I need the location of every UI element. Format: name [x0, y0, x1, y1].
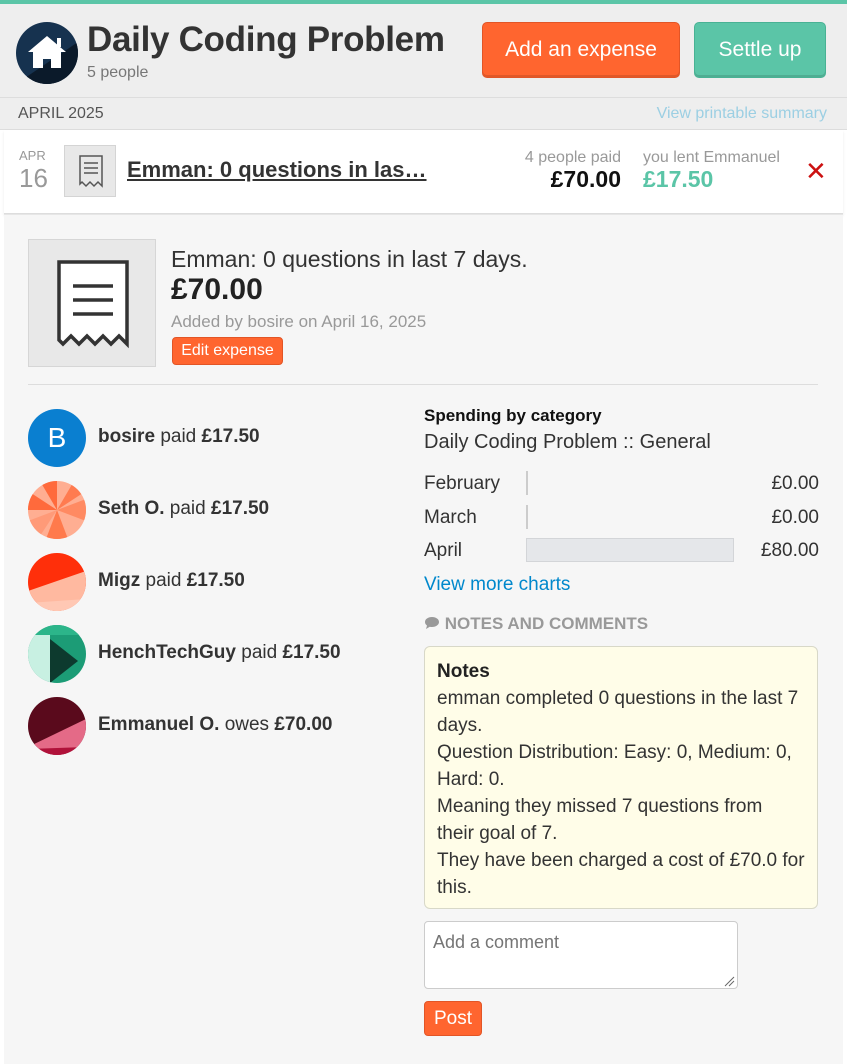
expense-added-by: Added by bosire on April 16, 2025: [171, 312, 427, 331]
avatar-letter: B: [47, 422, 67, 453]
chart-bar-track: [526, 505, 734, 529]
person-action: paid: [169, 498, 206, 519]
expense-row[interactable]: APR 16 Emman: 0 questions in las… 4 peop…: [4, 130, 843, 214]
post-comment-button[interactable]: Post: [424, 1001, 482, 1036]
person-action: paid: [145, 570, 182, 591]
printable-summary-link[interactable]: View printable summary: [657, 105, 827, 123]
paid-amount: £70.00: [550, 166, 621, 192]
lent-label: you lent Emmanuel: [643, 149, 780, 166]
close-icon[interactable]: ✕: [805, 158, 827, 184]
chart-bar-track: [526, 538, 734, 562]
chart-row: February £0.00: [424, 471, 819, 497]
notes-line: emman completed 0 questions in the last …: [437, 688, 799, 709]
home-icon: [16, 36, 78, 84]
receipt-icon: [64, 145, 116, 197]
comment-input[interactable]: [424, 921, 738, 989]
avatar: [28, 697, 86, 755]
group-member-count[interactable]: 5 people: [87, 64, 148, 82]
view-more-charts-link[interactable]: View more charts: [424, 574, 570, 596]
comment-icon: [425, 617, 439, 629]
group-title: Daily Coding Problem: [87, 20, 445, 59]
expense-details: Emman: 0 questions in last 7 days. £70.0…: [4, 214, 843, 1064]
group-header: Daily Coding Problem 5 people Add an exp…: [0, 4, 847, 98]
person-row: Seth O. paid £17.50: [28, 481, 408, 541]
notes-line: Meaning they missed 7 questions from: [437, 796, 763, 817]
avatar: [28, 553, 86, 611]
add-expense-button[interactable]: Add an expense: [482, 22, 680, 78]
person-name: bosire: [98, 426, 156, 447]
person-row: B bosire paid £17.50: [28, 409, 408, 469]
person-share: Emmanuel O. owes £70.00: [98, 714, 332, 736]
notes-line: their goal of 7.: [437, 823, 558, 844]
expense-detail-title: Emman: 0 questions in last 7 days.: [171, 246, 528, 272]
person-row: HenchTechGuy paid £17.50: [28, 625, 408, 685]
divider: [28, 384, 818, 385]
person-name: HenchTechGuy: [98, 642, 236, 663]
resize-handle-icon[interactable]: [723, 975, 735, 987]
expense-date-day: 16: [19, 163, 48, 193]
settle-up-button[interactable]: Settle up: [694, 22, 826, 78]
notes-line: days.: [437, 715, 483, 736]
chart-value-label: £80.00: [760, 540, 819, 561]
notes-line: this.: [437, 877, 472, 898]
edit-expense-button[interactable]: Edit expense: [172, 337, 283, 365]
notes-line: Hard: 0.: [437, 769, 505, 790]
person-action: paid: [160, 426, 197, 447]
chart-category-label: April: [424, 540, 463, 561]
person-share: bosire paid £17.50: [98, 426, 260, 448]
avatar: [28, 625, 86, 683]
category-heading: Spending by category: [424, 406, 602, 425]
person-action: paid: [241, 642, 278, 663]
chart-axis-line: [526, 471, 528, 495]
month-bar: APRIL 2025 View printable summary: [0, 98, 847, 130]
person-amount: £17.50: [282, 642, 341, 663]
person-share: Migz paid £17.50: [98, 570, 245, 592]
chart-value-label: £0.00: [771, 473, 819, 494]
person-amount: £17.50: [201, 426, 260, 447]
notes-heading: NOTES AND COMMENTS: [424, 614, 648, 634]
person-amount: £17.50: [186, 570, 245, 591]
chart-axis-line: [526, 505, 528, 529]
person-share: Seth O. paid £17.50: [98, 498, 269, 520]
chart-bar: [526, 538, 734, 562]
person-row: Migz paid £17.50: [28, 553, 408, 613]
expense-date-month: APR: [19, 148, 46, 163]
avatar: [28, 481, 86, 539]
chart-value-label: £0.00: [771, 507, 819, 528]
notes-title: Notes: [437, 661, 490, 682]
expense-title[interactable]: Emman: 0 questions in las…: [127, 157, 427, 183]
person-action: owes: [224, 714, 270, 735]
person-amount: £70.00: [274, 714, 333, 735]
chart-row: April £80.00: [424, 538, 819, 564]
expense-detail-amount: £70.00: [171, 273, 263, 306]
chart-category-label: March: [424, 507, 477, 528]
person-share: HenchTechGuy paid £17.50: [98, 642, 341, 664]
person-row: Emmanuel O. owes £70.00: [28, 697, 408, 757]
notes-box: Notes emman completed 0 questions in the…: [424, 646, 818, 909]
month-label: APRIL 2025: [18, 105, 104, 122]
lent-amount: £17.50: [643, 166, 714, 192]
paid-by-label: 4 people paid: [524, 149, 621, 166]
group-avatar[interactable]: [16, 22, 78, 84]
notes-line: They have been charged a cost of £70.0 f…: [437, 850, 805, 871]
person-name: Emmanuel O.: [98, 714, 220, 735]
category-name: Daily Coding Problem :: General: [424, 431, 711, 453]
chart-bar-track: [526, 471, 734, 495]
receipt-icon: [28, 239, 156, 367]
avatar: B: [28, 409, 86, 467]
notes-heading-text: NOTES AND COMMENTS: [444, 614, 649, 633]
notes-line: Question Distribution: Easy: 0, Medium: …: [437, 742, 792, 763]
person-name: Seth O.: [98, 498, 165, 519]
chart-row: March £0.00: [424, 505, 819, 531]
person-name: Migz: [98, 570, 141, 591]
chart-category-label: February: [424, 473, 501, 494]
person-amount: £17.50: [211, 498, 270, 519]
